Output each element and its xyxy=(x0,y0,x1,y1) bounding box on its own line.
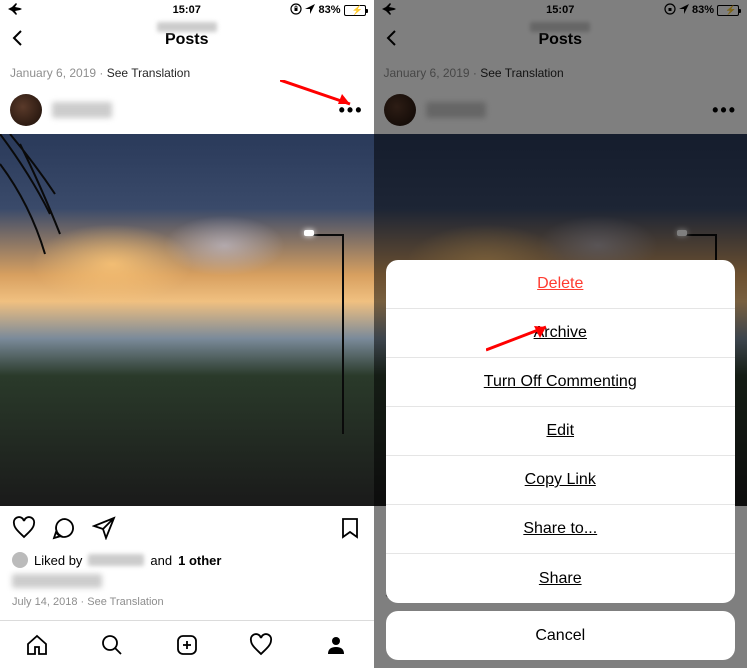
home-tab[interactable] xyxy=(25,633,49,657)
share-button[interactable] xyxy=(92,516,116,540)
orientation-lock-icon xyxy=(290,3,302,18)
battery-percent: 83% xyxy=(692,4,714,16)
airplane-icon xyxy=(382,3,396,18)
status-bar: 15:07 83% ⚡ xyxy=(0,0,374,20)
battery-percent: 83% xyxy=(318,4,340,16)
action-sheet-item-turn-off-commenting[interactable]: Turn Off Commenting xyxy=(386,358,736,407)
location-icon xyxy=(679,4,689,17)
nav-title: Posts xyxy=(538,31,582,49)
battery-icon: ⚡ xyxy=(717,5,739,16)
profile-tab[interactable] xyxy=(324,633,348,657)
action-sheet-item-delete[interactable]: Delete xyxy=(386,260,736,309)
back-button[interactable] xyxy=(8,28,28,53)
post-photo[interactable] xyxy=(0,134,374,506)
username-blur[interactable] xyxy=(52,102,112,118)
status-time: 15:07 xyxy=(173,4,201,16)
action-sheet-item-archive[interactable]: Archive xyxy=(386,309,736,358)
tab-bar xyxy=(0,620,374,668)
nav-bar: Posts xyxy=(374,20,747,60)
back-button[interactable] xyxy=(382,28,402,53)
status-time: 15:07 xyxy=(546,4,574,16)
airplane-icon xyxy=(8,3,22,18)
action-sheet-item-share[interactable]: Share xyxy=(386,554,736,603)
caption-blur xyxy=(12,574,102,588)
orientation-lock-icon xyxy=(664,3,676,18)
screen-action-sheet: 15:07 83% ⚡ Posts January 6, 2019 · See … xyxy=(374,0,747,668)
screen-posts: 15:07 83% ⚡ Posts January 6, xyxy=(0,0,374,668)
search-tab[interactable] xyxy=(100,633,124,657)
status-bar: 15:07 83% ⚡ xyxy=(374,0,747,20)
post-meta-bottom: July 14, 2018 · See Translation xyxy=(0,592,374,616)
avatar[interactable] xyxy=(10,94,42,126)
likes-row[interactable]: Liked by and 1 other xyxy=(0,550,374,570)
post-header: ••• xyxy=(374,86,747,134)
post-meta-top: January 6, 2019 · See Translation xyxy=(374,60,747,86)
action-sheet: DeleteArchiveTurn Off CommentingEditCopy… xyxy=(386,260,736,660)
action-sheet-item-share-to-[interactable]: Share to... xyxy=(386,505,736,554)
see-translation-link[interactable]: See Translation xyxy=(87,596,163,608)
liker-name-blur xyxy=(88,554,144,566)
see-translation-link[interactable]: See Translation xyxy=(107,66,190,80)
nav-bar: Posts xyxy=(0,20,374,60)
comment-button[interactable] xyxy=(52,516,76,540)
post-options-button: ••• xyxy=(712,100,737,121)
action-sheet-item-copy-link[interactable]: Copy Link xyxy=(386,456,736,505)
add-post-tab[interactable] xyxy=(175,633,199,657)
like-button[interactable] xyxy=(12,516,36,540)
post-meta-top: January 6, 2019 · See Translation xyxy=(0,60,374,86)
avatar xyxy=(384,94,416,126)
post-date: January 6, 2019 xyxy=(10,66,96,80)
post-options-button[interactable]: ••• xyxy=(339,100,364,121)
action-sheet-cancel[interactable]: Cancel xyxy=(386,611,736,660)
location-icon xyxy=(305,4,315,17)
post-actions xyxy=(0,506,374,550)
nav-subtitle-blur xyxy=(157,22,217,32)
nav-title: Posts xyxy=(165,31,209,49)
post-header: ••• xyxy=(0,86,374,134)
save-button[interactable] xyxy=(338,516,362,540)
battery-icon: ⚡ xyxy=(344,5,366,16)
nav-subtitle-blur xyxy=(530,22,590,32)
username-blur xyxy=(426,102,486,118)
activity-tab[interactable] xyxy=(249,633,273,657)
action-sheet-item-edit[interactable]: Edit xyxy=(386,407,736,456)
liker-avatar xyxy=(12,552,28,568)
